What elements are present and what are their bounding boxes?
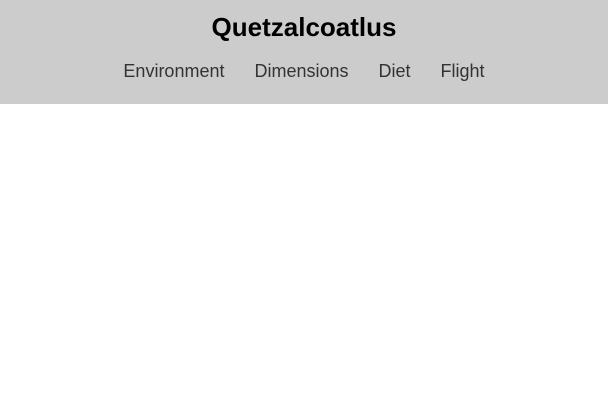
nav-link-diet[interactable]: Diet [364, 60, 426, 82]
main-nav: Environment Dimensions Diet Flight [0, 60, 608, 82]
nav-link-environment[interactable]: Environment [108, 60, 239, 82]
page-title: Quetzalcoatlus [211, 12, 397, 42]
page-header: Quetzalcoatlus Environment Dimensions Di… [0, 0, 608, 104]
nav-link-flight[interactable]: Flight [426, 60, 500, 82]
nav-link-dimensions[interactable]: Dimensions [239, 60, 363, 82]
main-content [0, 104, 608, 400]
